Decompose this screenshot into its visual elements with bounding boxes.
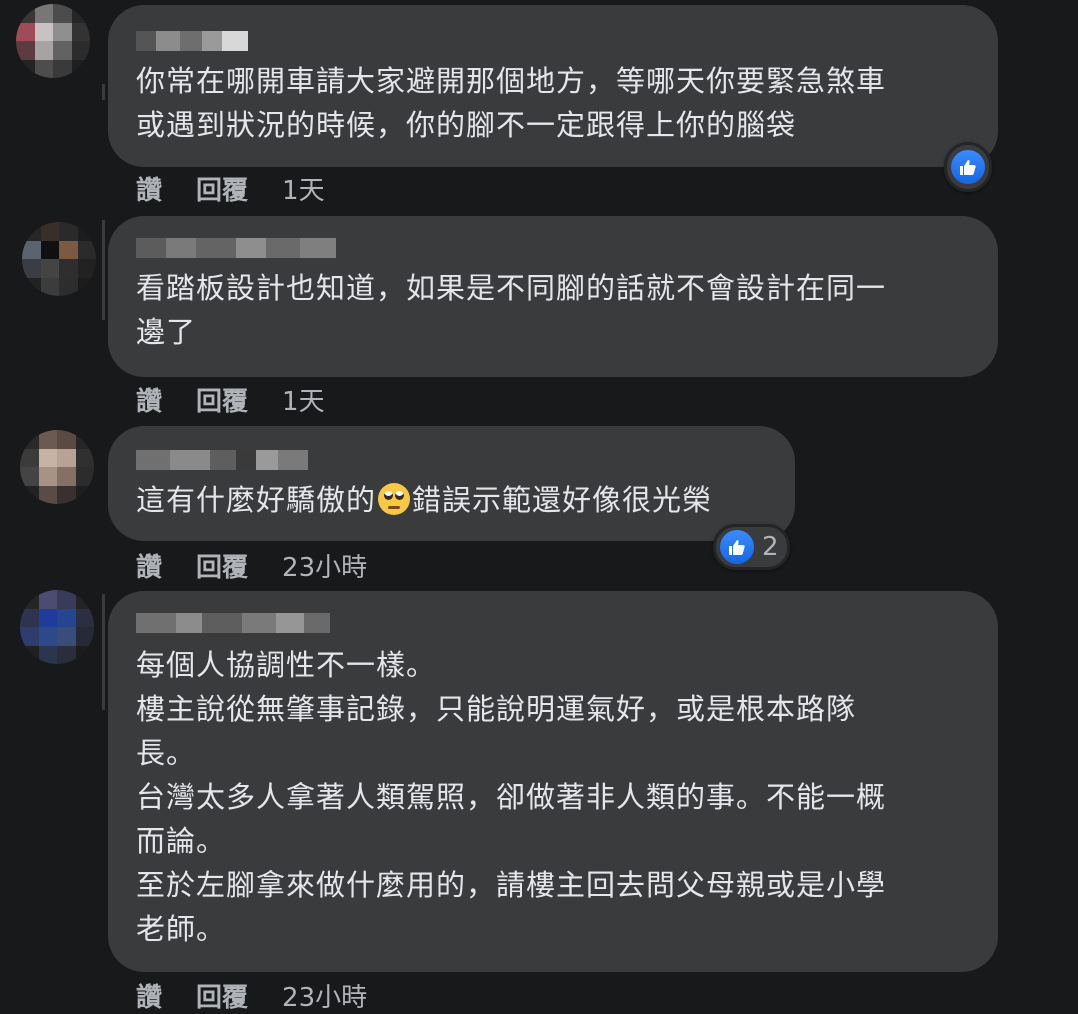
- commenter-name-redacted[interactable]: [136, 31, 970, 51]
- commenter-name-redacted[interactable]: [136, 238, 970, 258]
- avatar[interactable]: [20, 430, 94, 504]
- comment-line: 或遇到狀況的時候，你的腳不一定跟得上你的腦袋: [136, 108, 797, 142]
- comment-line: 樓主說從無肇事記錄，只能說明運氣好，或是根本路隊: [136, 692, 857, 726]
- timestamp[interactable]: 23小時: [282, 547, 367, 584]
- comment-line: 這有什麼好驕傲的: [136, 483, 377, 517]
- reply-link[interactable]: 回覆: [196, 977, 248, 1014]
- comment-actions: 讚 回覆 23小時: [136, 547, 367, 584]
- reply-link[interactable]: 回覆: [196, 381, 248, 418]
- avatar[interactable]: [22, 222, 96, 296]
- comment-bubble: 這有什麼好驕傲的 錯誤示範還好像很光榮: [108, 426, 795, 541]
- reply-link[interactable]: 回覆: [196, 170, 248, 207]
- thumbs-up-icon: [720, 530, 754, 564]
- comment-line: 每個人協調性不一樣。: [136, 648, 437, 682]
- reaction-count: 2: [762, 532, 779, 562]
- comment-text: 看踏板設計也知道，如果是不同腳的話就不會設計在同一 邊了: [136, 266, 970, 354]
- avatar[interactable]: [20, 590, 94, 664]
- timestamp[interactable]: 1天: [282, 381, 325, 418]
- comment-line: 長。: [136, 736, 197, 770]
- comment-text: 你常在哪開車請大家避開那個地方，等哪天你要緊急煞車 或遇到狀況的時候，你的腳不一…: [136, 59, 970, 147]
- timestamp[interactable]: 1天: [282, 170, 325, 207]
- comment-text: 這有什麼好驕傲的 錯誤示範還好像很光榮: [136, 478, 767, 522]
- comment-actions: 讚 回覆 1天: [136, 381, 325, 418]
- avatar[interactable]: [16, 4, 90, 78]
- comment-line: 台灣太多人拿著人類駕照，卻做著非人類的事。不能一概: [136, 780, 887, 814]
- comment-text: 每個人協調性不一樣。 樓主說從無肇事記錄，只能說明運氣好，或是根本路隊 長。 台…: [136, 643, 970, 951]
- thread-line: [102, 594, 105, 710]
- reaction-badge[interactable]: [944, 142, 992, 192]
- comment-actions: 讚 回覆 23小時: [136, 977, 367, 1014]
- reply-link[interactable]: 回覆: [196, 547, 248, 584]
- comment-bubble: 每個人協調性不一樣。 樓主說從無肇事記錄，只能說明運氣好，或是根本路隊 長。 台…: [108, 591, 998, 972]
- comment-line: 錯誤示範還好像很光榮: [412, 483, 713, 517]
- like-link[interactable]: 讚: [136, 381, 162, 418]
- commenter-name-redacted[interactable]: [136, 450, 767, 470]
- comment-bubble: 看踏板設計也知道，如果是不同腳的話就不會設計在同一 邊了: [108, 216, 998, 377]
- like-link[interactable]: 讚: [136, 170, 162, 207]
- comment-bubble: 你常在哪開車請大家避開那個地方，等哪天你要緊急煞車 或遇到狀況的時候，你的腳不一…: [108, 5, 998, 167]
- thumbs-up-icon: [951, 150, 985, 184]
- comment-actions: 讚 回覆 1天: [136, 170, 325, 207]
- comment-line: 邊了: [136, 315, 197, 349]
- timestamp[interactable]: 23小時: [282, 977, 367, 1014]
- comment-line: 看踏板設計也知道，如果是不同腳的話就不會設計在同一: [136, 271, 887, 305]
- like-link[interactable]: 讚: [136, 547, 162, 584]
- comment-line: 至於左腳拿來做什麼用的，請樓主回去問父母親或是小學: [136, 868, 887, 902]
- reaction-badge[interactable]: 2: [713, 524, 790, 570]
- face-with-rolling-eyes-emoji: [378, 483, 411, 515]
- like-link[interactable]: 讚: [136, 977, 162, 1014]
- comment-line: 而論。: [136, 824, 227, 858]
- thread-line: [102, 220, 105, 320]
- comment-line: 老師。: [136, 912, 227, 946]
- thread-line: [102, 84, 105, 100]
- comment-line: 你常在哪開車請大家避開那個地方，等哪天你要緊急煞車: [136, 64, 887, 98]
- commenter-name-redacted[interactable]: [136, 613, 970, 633]
